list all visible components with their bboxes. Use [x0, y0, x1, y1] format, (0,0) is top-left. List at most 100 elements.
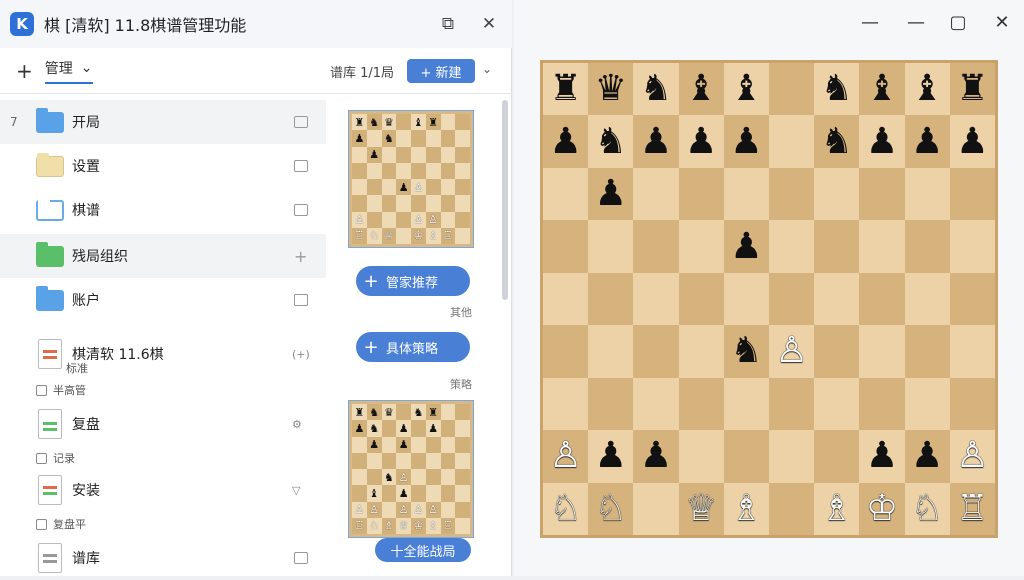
board-square[interactable] — [814, 220, 860, 273]
board-square[interactable] — [633, 220, 679, 273]
board-square[interactable]: ♝ — [859, 63, 905, 116]
doc-note-row[interactable]: 半高管 — [36, 382, 86, 398]
board-square[interactable] — [949, 272, 995, 326]
chess-piece-icon[interactable]: ♞ — [730, 333, 762, 369]
board-square[interactable] — [633, 325, 679, 378]
board-square[interactable] — [859, 272, 905, 326]
chess-piece-icon[interactable]: ♟ — [640, 123, 672, 160]
folder-row-games[interactable]: 棋谱 — [0, 188, 326, 232]
board-square[interactable] — [678, 220, 724, 273]
board-square[interactable]: ♟ — [633, 115, 679, 168]
board-square[interactable] — [949, 220, 995, 273]
board-square[interactable]: ♟ — [543, 115, 589, 168]
board-square[interactable]: ♟ — [904, 430, 950, 483]
restore-icon[interactable]: ▢ — [946, 10, 970, 34]
board-square[interactable] — [904, 325, 950, 378]
board-square[interactable]: ♗ — [814, 482, 860, 535]
chess-piece-icon[interactable]: ♟ — [685, 123, 717, 160]
chess-piece-icon[interactable]: ♟ — [730, 228, 762, 265]
board-square[interactable]: ♟ — [723, 115, 769, 168]
checkbox[interactable] — [36, 518, 47, 530]
doc-note-row[interactable]: 复盘平 — [36, 516, 86, 532]
chess-piece-icon[interactable]: ♟ — [549, 123, 581, 160]
board-square[interactable]: ♟ — [633, 430, 679, 483]
board-square[interactable]: ♜ — [543, 63, 589, 116]
board-square[interactable] — [678, 377, 724, 431]
chess-piece-icon[interactable]: ♝ — [866, 71, 898, 107]
popout-icon[interactable]: ⧉ — [436, 12, 460, 36]
board-square[interactable] — [723, 272, 769, 326]
board-square[interactable] — [769, 220, 815, 273]
chess-piece-icon[interactable]: ♝ — [911, 71, 943, 107]
board-square[interactable] — [633, 482, 679, 535]
folder-row-endgame[interactable]: 残局组织 + — [0, 234, 326, 278]
board-square[interactable]: ♗ — [723, 482, 769, 535]
chess-piece-icon[interactable]: ♟ — [956, 123, 988, 160]
chess-piece-icon[interactable]: ♟ — [866, 123, 898, 160]
doc-row[interactable]: 谱库 — [0, 536, 326, 580]
chess-piece-icon[interactable]: ♝ — [685, 71, 717, 107]
board-square[interactable]: ♝ — [904, 63, 950, 116]
board-square[interactable] — [769, 167, 815, 221]
board-square[interactable]: ♟ — [588, 430, 634, 483]
chess-piece-icon[interactable]: ♟ — [911, 438, 943, 474]
chess-piece-icon[interactable]: ♟ — [911, 123, 943, 160]
chess-piece-icon[interactable]: ♛ — [595, 71, 627, 107]
board-square[interactable] — [814, 272, 860, 326]
board-square[interactable] — [859, 220, 905, 273]
board-square[interactable] — [543, 325, 589, 378]
game-preview-thumbnail[interactable]: ♜ ♞ ♛ ♝ ♜ ♟ ♞ ♟ ♟ ♙ ♙ ♙ ♙ ♖ ♘ ♕ ♔ ♗ ♖ — [348, 110, 474, 248]
board-square[interactable]: ♞ — [633, 63, 679, 116]
folder-row-account[interactable]: 账户 — [0, 278, 326, 322]
checkbox[interactable] — [36, 384, 47, 396]
doc-note-row[interactable]: 记录 — [36, 450, 75, 466]
scrollbar-thumb[interactable] — [502, 100, 508, 300]
checkbox[interactable] — [36, 452, 47, 464]
folder-row-settings[interactable]: 设置 — [0, 144, 326, 188]
board-square[interactable] — [904, 377, 950, 431]
chess-piece-icon[interactable]: ♘ — [595, 490, 627, 527]
board-square[interactable]: ♜ — [949, 63, 995, 116]
board-square[interactable] — [814, 377, 860, 431]
strategy-button[interactable]: + 具体策略 — [356, 332, 470, 362]
board-square[interactable] — [814, 167, 860, 221]
board-square[interactable] — [543, 220, 589, 273]
board-square[interactable] — [814, 430, 860, 483]
minimize-icon[interactable]: — — [858, 10, 882, 34]
board-square[interactable]: ♙ — [769, 325, 815, 378]
chess-piece-icon[interactable]: ♟ — [595, 438, 627, 474]
chevron-down-icon[interactable]: ⌄ — [482, 62, 492, 76]
board-square[interactable]: ♞ — [814, 115, 860, 168]
chess-piece-icon[interactable]: ♝ — [730, 71, 762, 107]
board-square[interactable]: ♞ — [588, 115, 634, 168]
row-checkbox[interactable] — [294, 204, 308, 216]
folder-row-opening[interactable]: 7 开局 — [0, 100, 326, 144]
board-square[interactable] — [904, 220, 950, 273]
row-checkbox[interactable] — [294, 160, 308, 172]
add-icon[interactable]: + — [16, 59, 33, 83]
board-square[interactable]: ♟ — [904, 115, 950, 168]
chess-piece-icon[interactable]: ♖ — [956, 490, 988, 527]
board-square[interactable] — [633, 272, 679, 326]
board-square[interactable] — [949, 167, 995, 221]
chess-piece-icon[interactable]: ♜ — [549, 71, 581, 107]
board-grid[interactable]: ♜ ♛ ♞ ♝ ♝ ♞ ♝ ♝ ♜ ♟ ♞ ♟ ♟ ♟ ♞ ♟ ♟ ♟ ♟ ♟ ♞ ♙ ♙ ♟ ♟ ♟ ♟ ♙ ♘ ♘ ♕ ♗ ♗ ♔ ♘ ♖ — [543, 63, 995, 535]
board-square[interactable]: ♔ — [859, 482, 905, 535]
info-icon[interactable]: (+) — [292, 348, 310, 361]
chess-piece-icon[interactable]: ♟ — [595, 176, 627, 212]
chess-piece-icon[interactable]: ♜ — [956, 71, 988, 107]
settings-icon[interactable]: ⚙ — [292, 418, 302, 431]
close-icon[interactable]: ✕ — [477, 12, 501, 36]
doc-row[interactable]: 复盘 ⚙ — [0, 402, 326, 446]
board-square[interactable]: ♟ — [859, 430, 905, 483]
board-square[interactable] — [769, 482, 815, 535]
board-square[interactable] — [859, 377, 905, 431]
full-game-button[interactable]: 十全能战局 — [375, 538, 471, 562]
board-square[interactable]: ♟ — [678, 115, 724, 168]
board-square[interactable]: ♟ — [949, 115, 995, 168]
board-square[interactable] — [678, 167, 724, 221]
board-square[interactable]: ♘ — [543, 482, 589, 535]
game-preview-thumbnail[interactable]: ♜ ♞ ♛ ♞ ♜ ♟ ♞ ♟ ♟ ♟ ♟ ♞ ♙ ♝ ♟ ♙ ♙ ♙ ♙ ♙ ♖ ♘ ♗ ♕ ♔ ♗ ♖ — [348, 400, 474, 538]
board-square[interactable] — [769, 377, 815, 431]
board-square[interactable]: ♟ — [859, 115, 905, 168]
